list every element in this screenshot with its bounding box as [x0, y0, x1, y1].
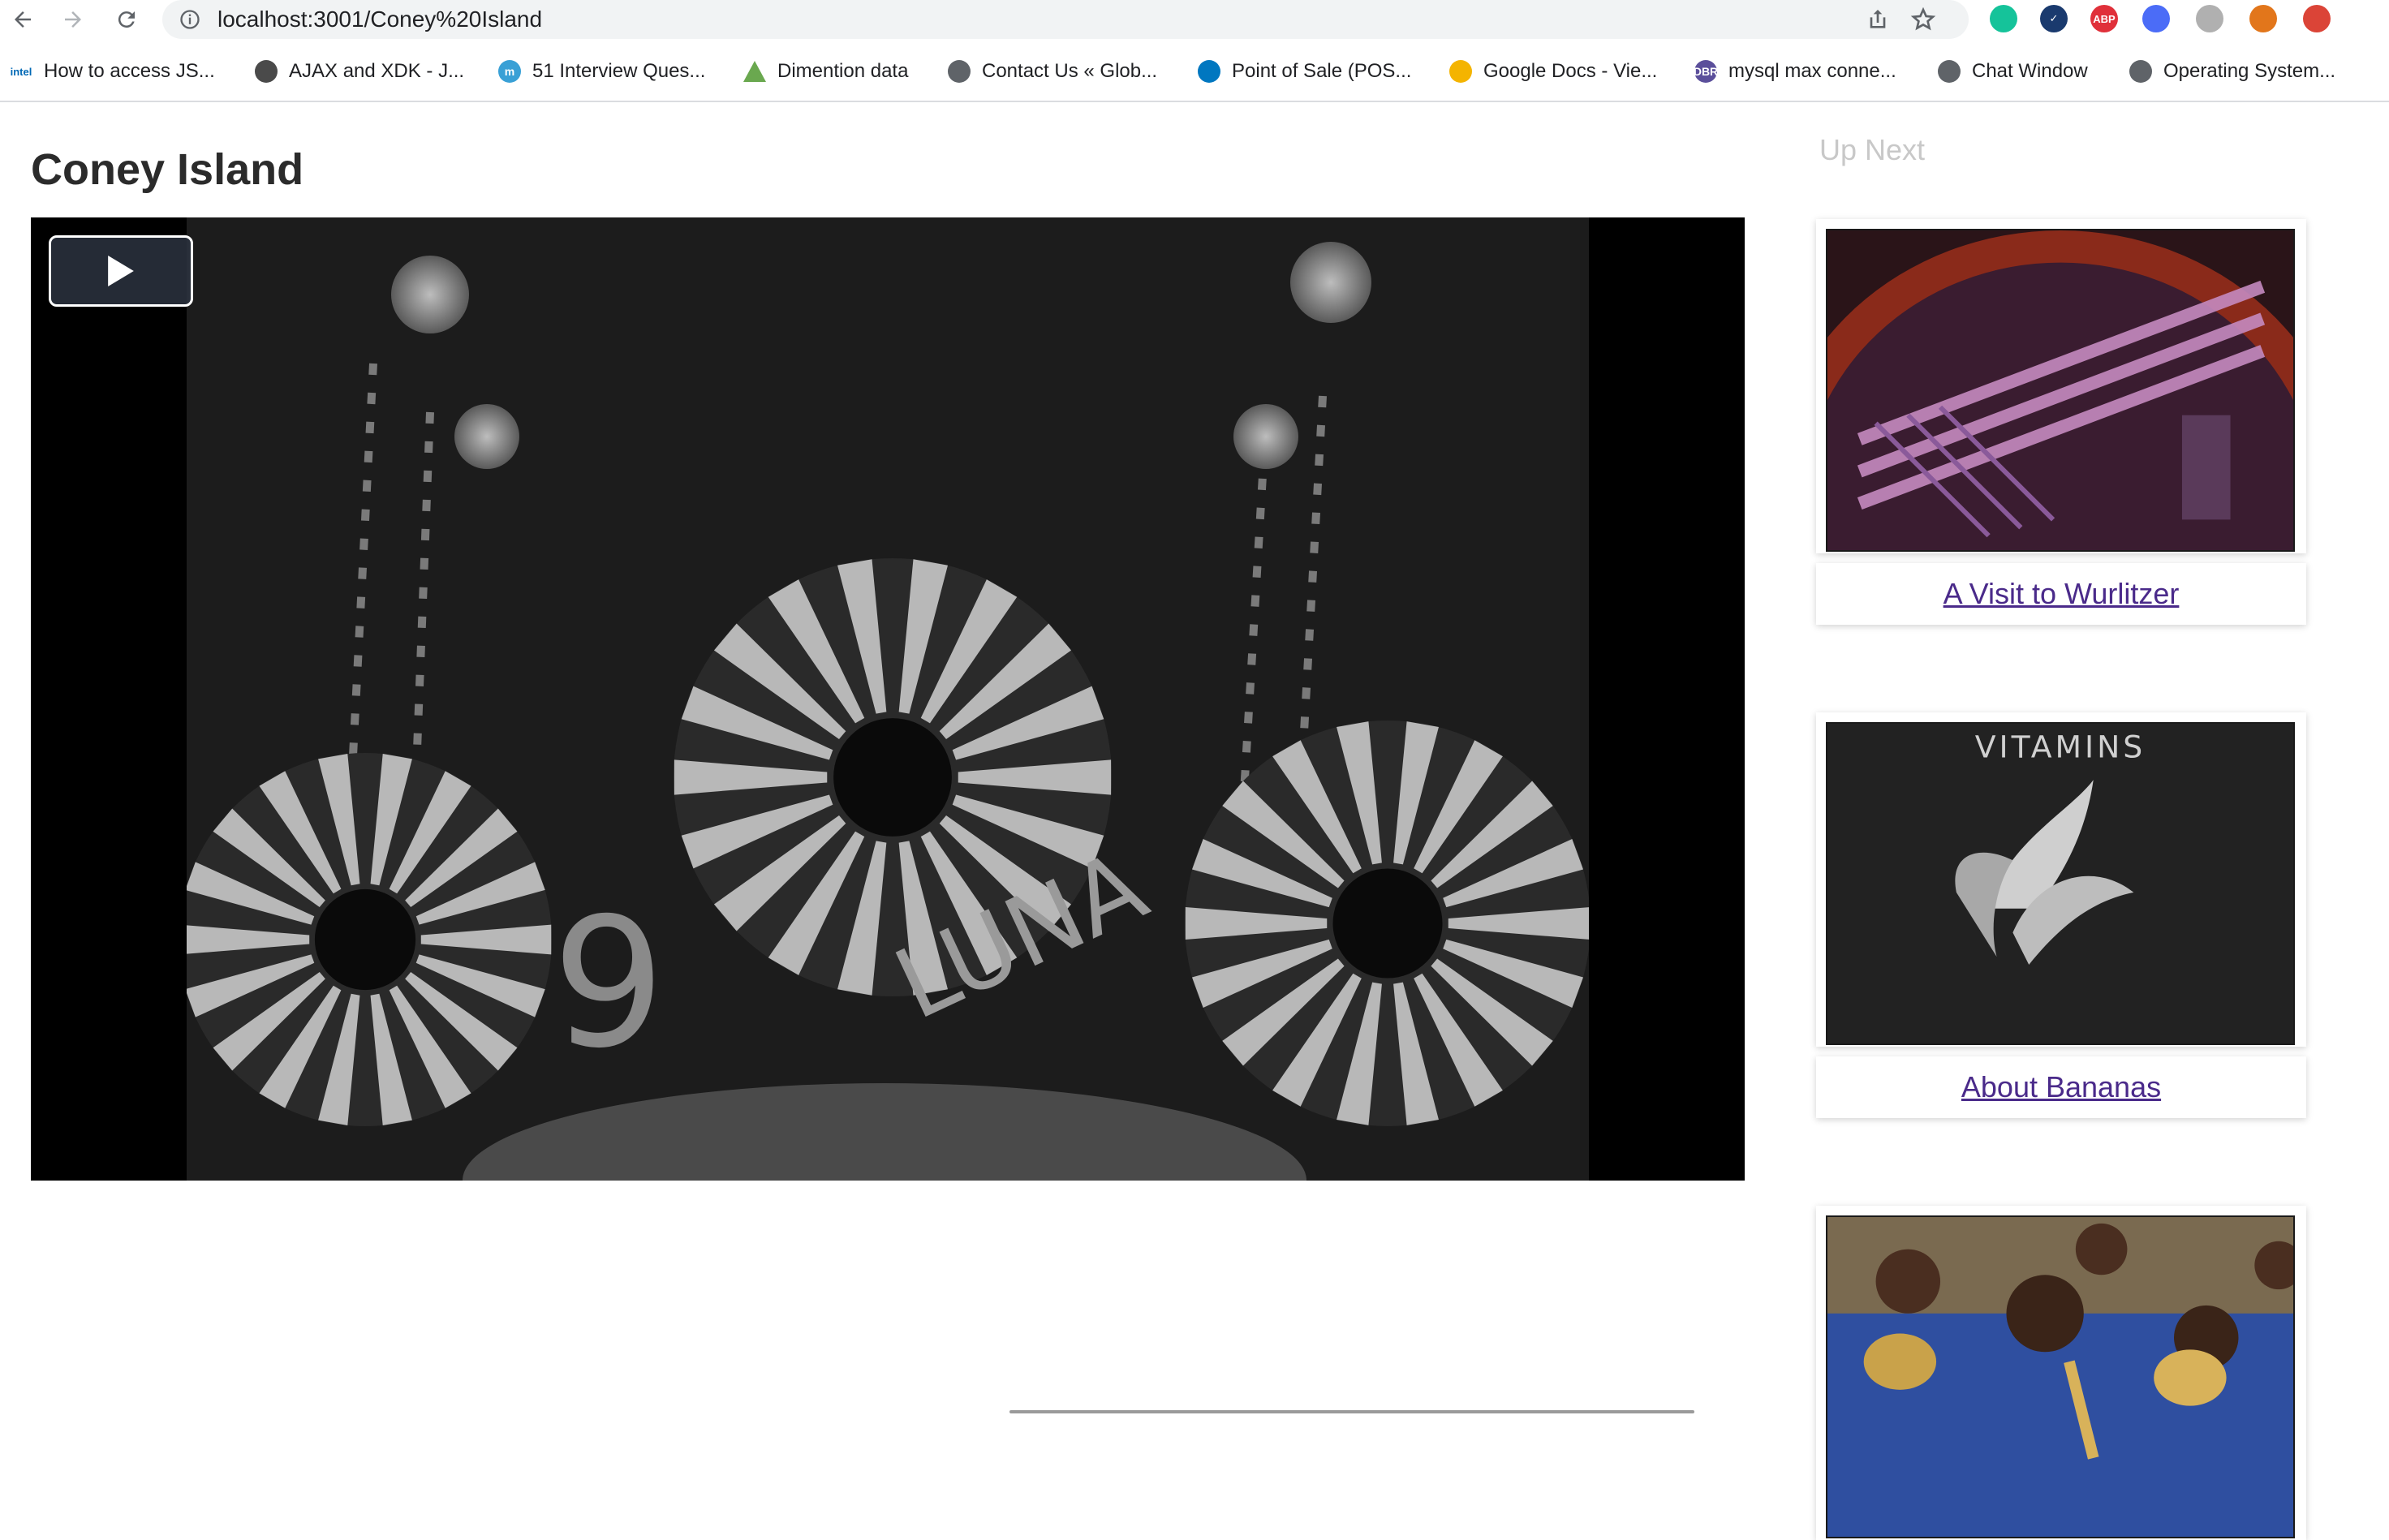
up-next-heading: Up Next [1819, 133, 1926, 166]
intel-icon: intel [10, 65, 32, 78]
bookmark-item[interactable]: Point of Sale (POS... [1198, 54, 1411, 89]
reload-button[interactable] [110, 3, 143, 36]
bookmark-item[interactable]: intel How to access JS... [10, 54, 215, 89]
bookmark-item[interactable]: m 51 Interview Ques... [498, 54, 705, 89]
up-next-item[interactable] [1816, 1206, 2306, 1540]
jukebox-image [1827, 230, 2293, 550]
video-thumbnail[interactable]: VITAMINS [1826, 722, 2295, 1045]
bookmarks-bar: intel How to access JS... AJAX and XDK - J… [0, 54, 2389, 102]
info-icon[interactable] [179, 8, 201, 31]
adblock-icon[interactable]: ABP [2090, 5, 2118, 32]
chrome-profile-icon[interactable] [2303, 5, 2331, 32]
drupal-icon [1198, 60, 1220, 83]
bookmark-item[interactable]: Chat Window [1938, 54, 2088, 89]
dbr-icon: DBR [1694, 60, 1718, 83]
bookmark-label: Contact Us « Glob... [982, 60, 1158, 82]
bookmark-item[interactable]: Google Docs - Vie... [1449, 54, 1657, 89]
bookmark-item[interactable]: Dimention data [743, 54, 908, 89]
bookmark-label: 51 Interview Ques... [532, 60, 706, 82]
up-next-caption: About Bananas [1816, 1056, 2306, 1118]
up-next-caption: A Visit to Wurlitzer [1816, 563, 2306, 625]
share-icon[interactable] [1865, 6, 1891, 32]
globe-icon [948, 60, 971, 83]
triangle-icon [743, 61, 766, 82]
bookmark-label: Chat Window [1972, 60, 2088, 82]
globe-icon [2129, 60, 2152, 83]
horizontal-scrollbar[interactable] [1009, 1410, 1694, 1413]
arrow-left-icon [15, 11, 31, 28]
google-drive-icon [1449, 60, 1472, 83]
bookmark-item[interactable]: AJAX and XDK - J... [255, 54, 464, 89]
play-button[interactable] [49, 235, 193, 307]
bookmark-star-icon[interactable] [1910, 6, 1936, 32]
back-button[interactable] [6, 3, 39, 36]
glasses-icon[interactable] [2196, 5, 2223, 32]
grammarly-icon[interactable] [1990, 5, 2017, 32]
bookmark-label: AJAX and XDK - J... [289, 60, 465, 82]
reload-icon [118, 11, 135, 28]
video-title: Coney Island [31, 145, 304, 194]
up-next-link[interactable]: A Visit to Wurlitzer [1943, 577, 2180, 611]
band-image [1827, 1217, 2293, 1537]
thumbnail-container[interactable] [1816, 1206, 2306, 1540]
bookmark-label: mysql max conne... [1728, 60, 1896, 82]
bookmark-label: How to access JS... [44, 60, 215, 82]
thumbnail-container[interactable]: VITAMINS [1816, 712, 2306, 1047]
browser-toolbar: localhost:3001/Coney%20Island ✓ ABP [0, 0, 2389, 41]
url-text[interactable]: localhost:3001/Coney%20Island [217, 6, 542, 32]
bookmark-label: Point of Sale (POS... [1232, 60, 1412, 82]
arrow-right-icon [65, 11, 81, 28]
bookmark-item[interactable]: Contact Us « Glob... [948, 54, 1157, 89]
bookmark-item[interactable]: Operating System... [2129, 54, 2335, 89]
video-thumbnail[interactable] [1826, 229, 2295, 552]
xdk-icon [255, 60, 278, 83]
video-frame: LUNA 9 [187, 217, 1589, 1181]
m-icon: m [498, 60, 521, 83]
bookmark-label: Operating System... [2163, 60, 2336, 82]
video-player[interactable]: LUNA 9 [31, 217, 1745, 1181]
metamask-icon[interactable] [2249, 5, 2277, 32]
video-thumbnail[interactable] [1826, 1215, 2295, 1538]
thumbnail-text: VITAMINS [1975, 729, 2146, 765]
thumbnail-container[interactable] [1816, 219, 2306, 553]
banana-image: VITAMINS [1827, 724, 2293, 1043]
bookmark-item[interactable]: DBR mysql max conne... [1694, 54, 1896, 89]
sparkle-extension-icon[interactable] [2142, 5, 2170, 32]
address-bar[interactable]: localhost:3001/Coney%20Island [162, 0, 1969, 39]
svg-text:9: 9 [552, 880, 665, 1087]
bookmark-label: Dimention data [777, 60, 909, 82]
play-icon [108, 256, 134, 286]
forward-button[interactable] [57, 3, 89, 36]
up-next-link[interactable]: About Bananas [1961, 1070, 2161, 1104]
bookmark-label: Google Docs - Vie... [1483, 60, 1658, 82]
check-icon[interactable]: ✓ [2040, 5, 2068, 32]
up-next-item[interactable]: VITAMINS About Bananas [1816, 712, 2306, 1118]
globe-icon [1938, 60, 1961, 83]
up-next-item[interactable]: A Visit to Wurlitzer [1816, 219, 2306, 625]
